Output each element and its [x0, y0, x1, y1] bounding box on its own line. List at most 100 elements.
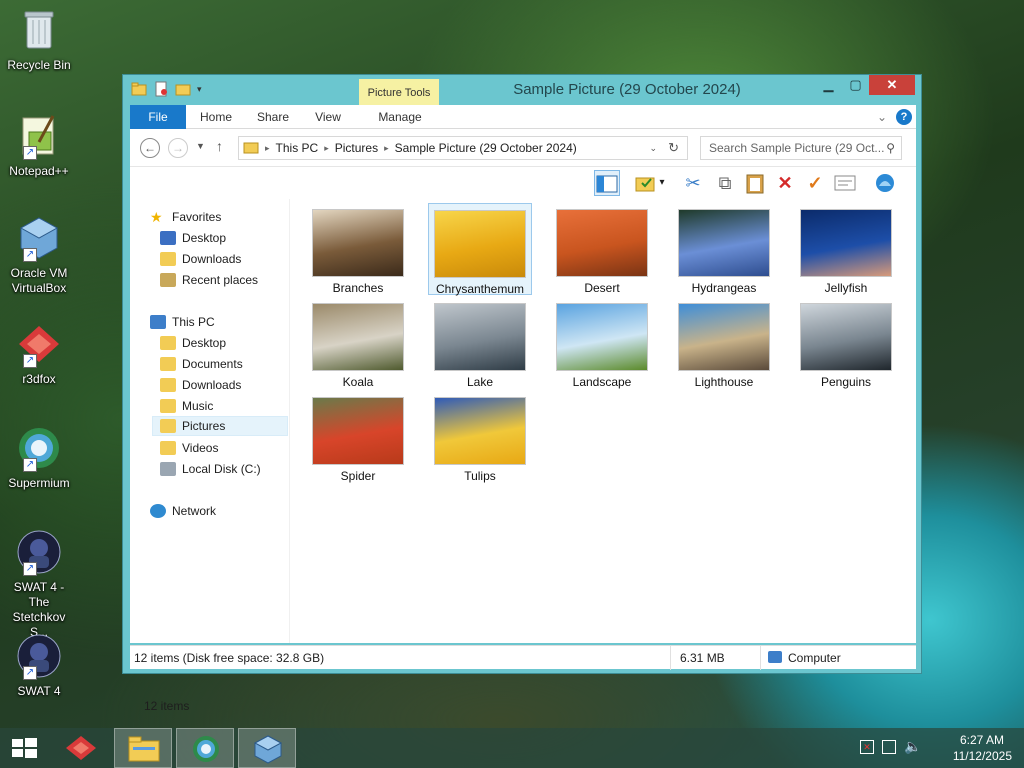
- desktop-icon-r3dfox[interactable]: ↗ r3dfox: [4, 320, 74, 387]
- file-item[interactable]: Penguins: [794, 297, 898, 389]
- navigation-pane: ★ Favorites Desktop Downloads Recent plac…: [130, 199, 290, 643]
- delete-icon[interactable]: ✕: [772, 170, 798, 196]
- thumbnail: [312, 209, 404, 277]
- taskbar-supermium[interactable]: [176, 728, 234, 768]
- nav-videos[interactable]: Videos: [160, 438, 218, 458]
- clock-time[interactable]: 6:27 AM: [960, 733, 1004, 747]
- desktop-icon-label: SWAT 4 - The Stetchkov S...: [12, 580, 66, 639]
- system-tray: ✕ 🔈 6:27 AM 11/12/2025: [854, 728, 1024, 768]
- file-item[interactable]: Jellyfish: [794, 203, 898, 295]
- file-item[interactable]: Branches: [306, 203, 410, 295]
- nav-documents[interactable]: Documents: [160, 354, 243, 374]
- file-name: Jellyfish: [824, 281, 868, 295]
- breadcrumb-pictures[interactable]: Pictures: [335, 141, 378, 155]
- close-button[interactable]: ✕: [869, 75, 915, 95]
- music-folder-icon: [160, 399, 176, 413]
- breadcrumb-this-pc[interactable]: This PC: [276, 141, 319, 155]
- breadcrumb-current[interactable]: Sample Picture (29 October 2024): [395, 141, 577, 155]
- window-title: Sample Picture (29 October 2024): [513, 81, 741, 98]
- thumbnail: [556, 303, 648, 371]
- file-item[interactable]: Hydrangeas: [672, 203, 776, 295]
- select-folder-icon[interactable]: [632, 170, 658, 196]
- file-name: Branches: [332, 281, 384, 295]
- taskbar-file-explorer[interactable]: [114, 728, 172, 768]
- volume-icon[interactable]: 🔈: [904, 738, 921, 755]
- file-item[interactable]: Lake: [428, 297, 532, 389]
- file-item[interactable]: Chrysanthemum: [428, 203, 532, 296]
- taskbar-r3dfox[interactable]: [52, 728, 110, 768]
- nav-label: Music: [182, 399, 214, 413]
- title-bar[interactable]: ▾ Picture Tools Sample Picture (29 Octob…: [123, 75, 921, 105]
- r3dfox-icon: ↗: [15, 320, 63, 368]
- properties-icon[interactable]: [832, 170, 858, 196]
- back-button[interactable]: ←: [140, 138, 160, 158]
- tab-view[interactable]: View: [306, 105, 350, 129]
- downloads-folder-icon: [160, 252, 176, 266]
- desktop-icon-notepad-plus-plus[interactable]: ↗ Notepad++: [4, 112, 74, 179]
- tab-home[interactable]: Home: [192, 105, 240, 129]
- file-item[interactable]: Desert: [550, 203, 654, 295]
- cut-icon[interactable]: ✂: [680, 170, 706, 196]
- tab-share[interactable]: Share: [250, 105, 296, 129]
- file-item[interactable]: Spider: [306, 391, 410, 483]
- nav-favorites[interactable]: ★ Favorites: [150, 207, 221, 227]
- thumbnail: [800, 209, 892, 277]
- shortcut-arrow-icon: ↗: [23, 146, 37, 160]
- minimize-button[interactable]: ▁: [815, 75, 842, 95]
- file-name: Penguins: [820, 375, 872, 389]
- clock-date[interactable]: 11/12/2025: [953, 749, 1012, 763]
- refresh-icon[interactable]: ↻: [668, 140, 679, 156]
- nav-desktop[interactable]: Desktop: [160, 333, 226, 353]
- recent-locations-icon[interactable]: ▼: [196, 141, 205, 151]
- tab-manage[interactable]: Manage: [360, 105, 440, 129]
- rename-check-icon[interactable]: ✓: [802, 170, 828, 196]
- preview-pane-icon[interactable]: [594, 170, 620, 196]
- taskbar-virtualbox[interactable]: [238, 728, 296, 768]
- nav-this-pc[interactable]: This PC: [150, 312, 215, 332]
- share-icon[interactable]: [872, 170, 898, 196]
- file-item[interactable]: Landscape: [550, 297, 654, 389]
- nav-music[interactable]: Music: [160, 396, 213, 416]
- network-tray-icon[interactable]: [882, 740, 896, 754]
- nav-label: Recent places: [182, 273, 259, 287]
- start-button[interactable]: [0, 728, 48, 768]
- desktop-icon-swat4-expansion[interactable]: ↗ SWAT 4 - The Stetchkov S...: [4, 528, 74, 640]
- nav-network[interactable]: Network: [150, 501, 216, 521]
- breadcrumb-separator-icon: ▸: [384, 142, 389, 153]
- action-center-flag-icon[interactable]: ✕: [860, 740, 874, 754]
- nav-local-disk[interactable]: Local Disk (C:): [160, 459, 261, 479]
- expand-ribbon-icon[interactable]: ⌄: [874, 105, 890, 129]
- nav-label: Pictures: [182, 419, 226, 433]
- desktop-icon-supermium[interactable]: ↗ Supermium: [4, 424, 74, 491]
- maximize-button[interactable]: ▢: [842, 75, 869, 95]
- thumbnail: [556, 209, 648, 277]
- paste-icon[interactable]: [742, 170, 768, 196]
- breadcrumb-separator-icon: ▸: [324, 142, 329, 153]
- tab-file[interactable]: File: [130, 105, 186, 129]
- nav-favorites-desktop[interactable]: Desktop: [160, 228, 226, 248]
- ribbon-tabs: File Home Share View Manage ⌄ ?: [130, 105, 916, 129]
- swat4-icon: ↗: [15, 632, 63, 680]
- copy-icon[interactable]: ⧉: [712, 170, 738, 196]
- address-box[interactable]: ▸ This PC ▸ Pictures ▸ Sample Picture (2…: [238, 136, 688, 160]
- file-item[interactable]: Tulips: [428, 391, 532, 483]
- search-input[interactable]: Search Sample Picture (29 Oct... ⚲: [700, 136, 902, 160]
- nav-recent-places[interactable]: Recent places: [160, 270, 258, 290]
- desktop-icon-virtualbox[interactable]: ↗ Oracle VM VirtualBox: [4, 214, 74, 296]
- desktop-icon-swat4[interactable]: ↗ SWAT 4: [4, 632, 74, 699]
- supermium-icon: [193, 736, 219, 762]
- file-item[interactable]: Koala: [306, 297, 410, 389]
- help-icon[interactable]: ?: [896, 109, 912, 125]
- file-name: Spider: [340, 469, 376, 483]
- thumbnail: [312, 397, 404, 465]
- nav-downloads[interactable]: Downloads: [160, 375, 241, 395]
- nav-pictures[interactable]: Pictures: [152, 416, 288, 436]
- forward-button[interactable]: →: [168, 138, 188, 158]
- file-item[interactable]: Lighthouse: [672, 297, 776, 389]
- desktop-icon-recycle-bin[interactable]: Recycle Bin: [4, 6, 74, 73]
- up-arrow-icon[interactable]: ↑: [216, 138, 223, 154]
- address-dropdown-icon[interactable]: ⌄: [649, 143, 657, 154]
- nav-favorites-downloads[interactable]: Downloads: [160, 249, 241, 269]
- dropdown-icon[interactable]: ▾: [656, 170, 668, 196]
- status-bar: 12 items (Disk free space: 32.8 GB) 6.31…: [130, 645, 916, 670]
